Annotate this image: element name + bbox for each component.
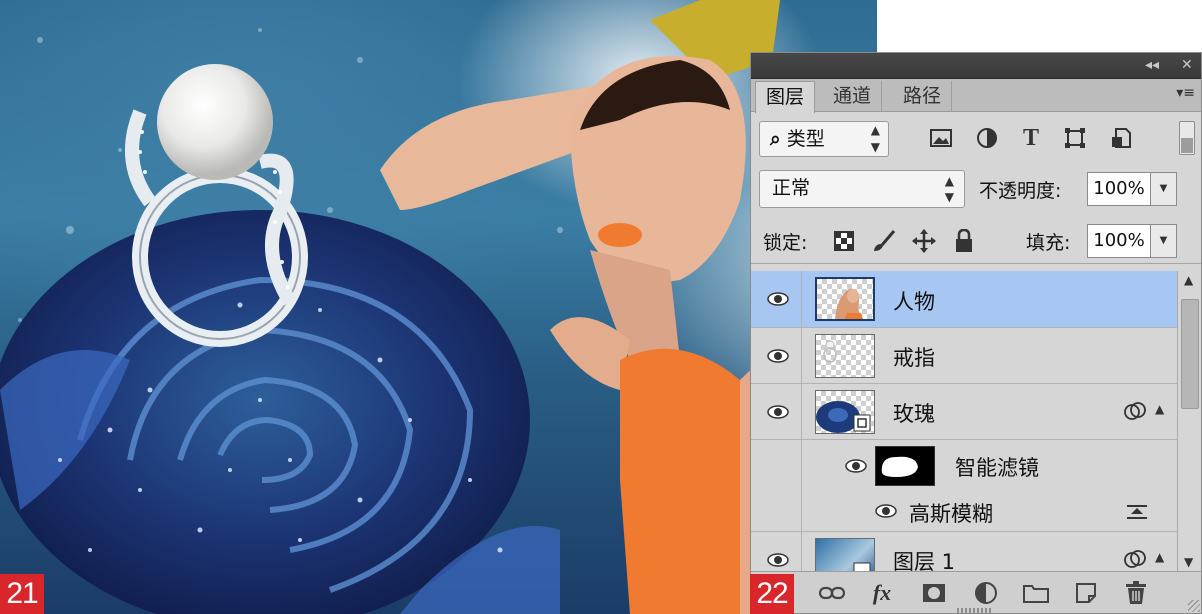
layer-thumbnail: [815, 334, 875, 378]
new-group-icon[interactable]: [1021, 580, 1051, 606]
collapse-effects-icon[interactable]: ▲: [1155, 550, 1164, 564]
collapse-panel-button[interactable]: ◂◂: [1145, 56, 1159, 74]
new-layer-icon[interactable]: [1071, 580, 1101, 606]
tab-paths[interactable]: 路径: [893, 81, 953, 112]
pearl-ring-image: [125, 64, 308, 347]
collapse-effects-icon[interactable]: ▲: [1155, 402, 1164, 416]
lock-transparent-icon[interactable]: [831, 228, 857, 254]
fill-label: 填充:: [1026, 232, 1071, 254]
adjustment-filter-icon[interactable]: [971, 123, 1003, 153]
layers-list: 人物 戒指 玫瑰 ▲ 智能滤镜 高斯模糊 图层 1 ▲: [751, 271, 1177, 571]
blend-mode-value: 正常: [772, 177, 811, 199]
filter-effect-row[interactable]: 高斯模糊: [751, 492, 1177, 532]
image-filter-icon[interactable]: [925, 123, 957, 153]
blend-mode-select[interactable]: 正常 ▲ ▼: [759, 170, 965, 208]
layers-bottom-toolbar: fx: [751, 571, 1201, 613]
layer-filter-row: ⌕ 类型 ▲ ▼ T: [751, 117, 1201, 159]
layer-row-person[interactable]: 人物: [751, 271, 1177, 328]
eye-column-divider: [801, 328, 802, 383]
smart-filter-row[interactable]: 智能滤镜: [751, 440, 1177, 492]
smart-object-filter-icon[interactable]: [1105, 123, 1137, 153]
opacity-dropdown-button[interactable]: ▼: [1151, 172, 1177, 206]
scroll-up-icon[interactable]: ▲: [1184, 273, 1193, 287]
layer-row-ring[interactable]: 戒指: [751, 328, 1177, 384]
eye-icon[interactable]: [767, 405, 789, 419]
panel-menu-icon[interactable]: ▾≡: [1176, 85, 1195, 101]
composite-photo: [0, 0, 877, 614]
fill-dropdown-button[interactable]: ▼: [1151, 224, 1177, 258]
layers-scrollbar[interactable]: ▲ ▼: [1177, 271, 1201, 571]
lock-brush-icon[interactable]: [871, 228, 897, 254]
eye-icon[interactable]: [875, 504, 897, 518]
filter-effect-label[interactable]: 高斯模糊: [909, 498, 993, 528]
layer-name[interactable]: 图层 1: [893, 546, 955, 571]
layer-thumbnail: [815, 390, 875, 434]
layer-thumbnail: [815, 277, 875, 321]
trash-icon[interactable]: [1121, 580, 1151, 606]
layer-row-rose[interactable]: 玫瑰 ▲: [751, 384, 1177, 440]
eye-column-divider: [801, 492, 802, 531]
figure-number-badge: 21: [0, 574, 44, 614]
eye-icon[interactable]: [845, 459, 867, 473]
panel-resize-grip[interactable]: [957, 608, 993, 613]
filter-kind-label: 类型: [786, 128, 825, 150]
layer-row-layer1[interactable]: 图层 1 ▲: [751, 532, 1177, 571]
smart-filter-label[interactable]: 智能滤镜: [955, 452, 1039, 482]
panel-title-bar[interactable]: ◂◂ ✕: [751, 53, 1201, 79]
type-filter-icon[interactable]: T: [1015, 123, 1047, 153]
smart-filter-badge-icon[interactable]: [1123, 400, 1147, 426]
opacity-input[interactable]: 100%: [1087, 172, 1151, 206]
eye-icon[interactable]: [767, 292, 789, 306]
panel-tab-bar: 图层 通道 路径 ▾≡: [751, 79, 1201, 113]
layer-thumbnail: [815, 538, 875, 571]
blend-mode-row: 正常 ▲ ▼ 不透明度: 100% ▼: [751, 166, 1201, 210]
fx-icon[interactable]: fx: [867, 580, 897, 606]
tab-layers[interactable]: 图层: [755, 81, 816, 113]
shape-filter-icon[interactable]: [1059, 123, 1091, 153]
link-layers-icon[interactable]: [817, 580, 847, 606]
filter-kind-select[interactable]: ⌕ 类型 ▲ ▼: [759, 121, 889, 157]
corner-resize-grip[interactable]: [1188, 600, 1200, 612]
search-icon: ⌕: [770, 128, 781, 150]
filter-blending-options-icon[interactable]: [1125, 502, 1149, 526]
eye-icon[interactable]: [767, 553, 789, 567]
lock-all-icon[interactable]: [951, 228, 977, 254]
close-panel-button[interactable]: ✕: [1181, 56, 1193, 74]
eye-column-divider: [801, 271, 802, 327]
select-arrows-icon: ▲ ▼: [870, 123, 880, 154]
filter-mask-thumbnail[interactable]: [875, 446, 935, 486]
layer-name[interactable]: 玫瑰: [893, 398, 935, 428]
select-arrows-icon: ▲ ▼: [944, 174, 954, 204]
screenshot-stage: 21 ◂◂ ✕ 图层 通道 路径 ▾≡ ⌕ 类型 ▲ ▼ T 正常 ▲ ▼ 不透…: [0, 0, 1202, 614]
eye-column-divider: [801, 440, 802, 492]
eye-column-divider: [801, 532, 802, 571]
lock-row: 锁定: 填充: 100% ▼: [751, 216, 1201, 264]
scroll-down-icon[interactable]: ▼: [1184, 555, 1193, 569]
layer-name[interactable]: 戒指: [893, 342, 935, 372]
eye-column-divider: [801, 384, 802, 439]
layers-panel: ◂◂ ✕ 图层 通道 路径 ▾≡ ⌕ 类型 ▲ ▼ T 正常 ▲ ▼ 不透明度:…: [750, 52, 1202, 614]
lock-label: 锁定:: [763, 232, 808, 254]
tab-channels[interactable]: 通道: [823, 81, 883, 112]
add-mask-icon[interactable]: [919, 580, 949, 606]
filter-toggle-switch[interactable]: [1179, 121, 1195, 155]
scroll-thumb[interactable]: [1181, 299, 1199, 409]
lock-move-icon[interactable]: [911, 228, 937, 254]
fill-input[interactable]: 100%: [1087, 224, 1151, 258]
adjustment-layer-icon[interactable]: [971, 580, 1001, 606]
layer-name[interactable]: 人物: [893, 286, 935, 316]
figure-number-badge: 22: [750, 574, 794, 614]
eye-icon[interactable]: [767, 349, 789, 363]
opacity-label: 不透明度:: [979, 180, 1062, 202]
smart-filter-badge-icon[interactable]: [1123, 548, 1147, 571]
